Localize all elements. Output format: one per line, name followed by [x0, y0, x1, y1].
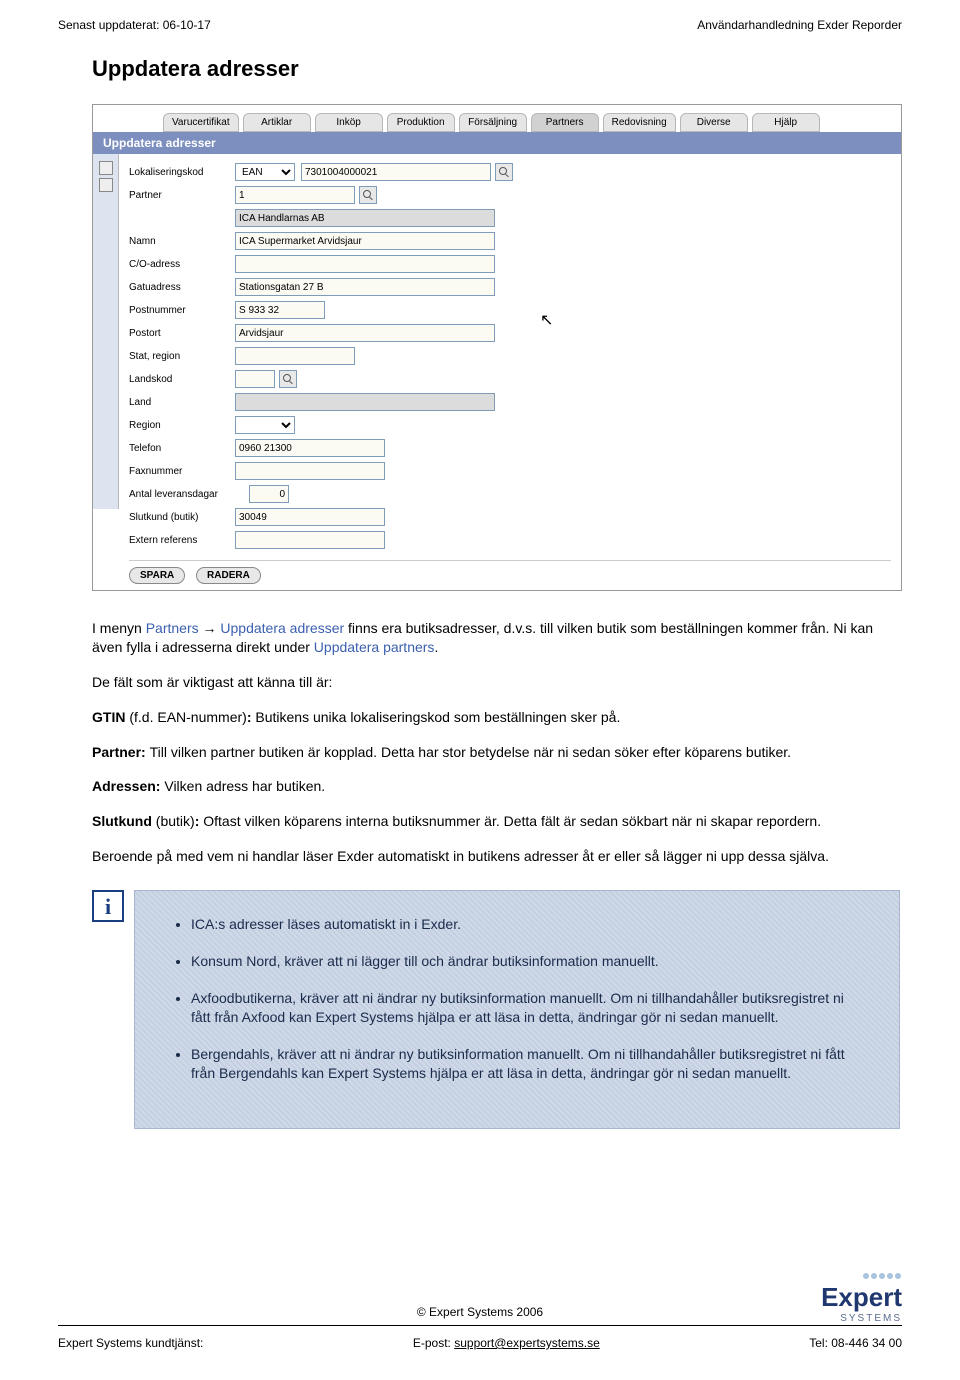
input-stat[interactable]	[235, 347, 355, 365]
paragraph-2: De fält som är viktigast att känna till …	[92, 673, 900, 692]
info-item: Konsum Nord, kräver att ni lägger till o…	[191, 952, 865, 971]
display-partner-name	[235, 209, 495, 227]
label-telefon: Telefon	[129, 443, 235, 454]
info-item: ICA:s adresser läses automatiskt in i Ex…	[191, 915, 865, 934]
input-extern[interactable]	[235, 531, 385, 549]
page-header: Senast uppdaterat: 06-10-17 Användarhand…	[0, 0, 960, 38]
link-partners: Partners	[146, 620, 199, 636]
input-lokaliseringskod[interactable]	[301, 163, 491, 181]
label-postnr: Postnummer	[129, 305, 235, 316]
footer: © Expert Systems 2006 Expert Systems kun…	[58, 1305, 902, 1350]
form-area: Lokaliseringskod EAN Partner Namn C/O-ad…	[119, 154, 901, 590]
toolbar-icon[interactable]	[99, 161, 113, 175]
save-button[interactable]: SPARA	[129, 567, 185, 584]
tab-artiklar[interactable]: Artiklar	[243, 113, 311, 132]
link-uppdatera-partners: Uppdatera partners	[314, 639, 435, 655]
input-co[interactable]	[235, 255, 495, 273]
input-telefon[interactable]	[235, 439, 385, 457]
footer-left: Expert Systems kundtjänst:	[58, 1336, 203, 1350]
select-ean[interactable]: EAN	[235, 163, 295, 181]
cursor-icon: ↖	[540, 310, 553, 330]
tab-diverse[interactable]: Diverse	[680, 113, 748, 132]
header-left: Senast uppdaterat: 06-10-17	[58, 18, 211, 32]
input-namn[interactable]	[235, 232, 495, 250]
footer-right: Tel: 08-446 34 00	[809, 1336, 902, 1350]
tab-bar: Varucertifikat Artiklar Inköp Produktion…	[93, 105, 901, 132]
paragraph-1: I menyn Partners → Uppdatera adresser fi…	[92, 619, 900, 657]
search-icon[interactable]	[495, 163, 513, 181]
tab-produktion[interactable]: Produktion	[387, 113, 455, 132]
info-item: Bergendahls, kräver att ni ändrar ny but…	[191, 1045, 865, 1083]
search-icon[interactable]	[279, 370, 297, 388]
email-link[interactable]: support@expertsystems.se	[454, 1336, 600, 1350]
input-postnr[interactable]	[235, 301, 325, 319]
label-land: Land	[129, 397, 235, 408]
paragraph-6: Slutkund (butik): Oftast vilken köparens…	[92, 812, 900, 831]
paragraph-3: GTIN (f.d. EAN-nummer): Butikens unika l…	[92, 708, 900, 727]
input-partner[interactable]	[235, 186, 355, 204]
delete-button[interactable]: RADERA	[196, 567, 261, 584]
window-titlebar: Uppdatera adresser	[93, 132, 901, 154]
link-uppdatera-adresser: Uppdatera adresser	[220, 620, 344, 636]
display-land	[235, 393, 495, 411]
footer-copy: © Expert Systems 2006	[58, 1305, 902, 1319]
label-landskod: Landskod	[129, 374, 235, 385]
input-postort[interactable]	[235, 324, 495, 342]
input-landskod[interactable]	[235, 370, 275, 388]
info-box: ICA:s adresser läses automatiskt in i Ex…	[134, 890, 900, 1129]
body-text: I menyn Partners → Uppdatera adresser fi…	[92, 619, 900, 866]
toolbar-icon[interactable]	[99, 178, 113, 192]
label-leveransdagar: Antal leveransdagar	[129, 489, 249, 500]
header-right: Användarhandledning Exder Reporder	[697, 18, 902, 32]
label-co: C/O-adress	[129, 259, 235, 270]
label-postort: Postort	[129, 328, 235, 339]
window-title: Uppdatera adresser	[103, 136, 216, 150]
footer-mid: E-post: support@expertsystems.se	[413, 1336, 600, 1350]
label-stat: Stat, region	[129, 351, 235, 362]
label-gatu: Gatuadress	[129, 282, 235, 293]
info-item: Axfoodbutikerna, kräver att ni ändrar ny…	[191, 989, 865, 1027]
label-namn: Namn	[129, 236, 235, 247]
tab-partners[interactable]: Partners	[531, 113, 599, 132]
paragraph-7: Beroende på med vem ni handlar läser Exd…	[92, 847, 900, 866]
label-extern: Extern referens	[129, 535, 235, 546]
paragraph-4: Partner: Till vilken partner butiken är …	[92, 743, 900, 762]
input-gatu[interactable]	[235, 278, 495, 296]
tab-redovisning[interactable]: Redovisning	[603, 113, 676, 132]
tab-hjalp[interactable]: Hjälp	[752, 113, 820, 132]
info-row: ICA:s adresser läses automatiskt in i Ex…	[92, 890, 900, 1129]
paragraph-5: Adressen: Vilken adress har butiken.	[92, 777, 900, 796]
page-title: Uppdatera adresser	[92, 56, 900, 82]
tab-forsaljning[interactable]: Försäljning	[459, 113, 527, 132]
label-lokaliseringskod: Lokaliseringskod	[129, 167, 235, 178]
label-partner: Partner	[129, 190, 235, 201]
left-toolbar	[93, 154, 119, 509]
input-leveransdagar[interactable]	[249, 485, 289, 503]
info-icon	[92, 890, 124, 922]
input-slutkund[interactable]	[235, 508, 385, 526]
tab-varucertifikat[interactable]: Varucertifikat	[163, 113, 239, 132]
label-fax: Faxnummer	[129, 466, 235, 477]
input-fax[interactable]	[235, 462, 385, 480]
select-region[interactable]	[235, 416, 295, 434]
label-region: Region	[129, 420, 235, 431]
tab-inkop[interactable]: Inköp	[315, 113, 383, 132]
search-icon[interactable]	[359, 186, 377, 204]
label-slutkund: Slutkund (butik)	[129, 512, 235, 523]
app-screenshot: Varucertifikat Artiklar Inköp Produktion…	[92, 104, 902, 591]
